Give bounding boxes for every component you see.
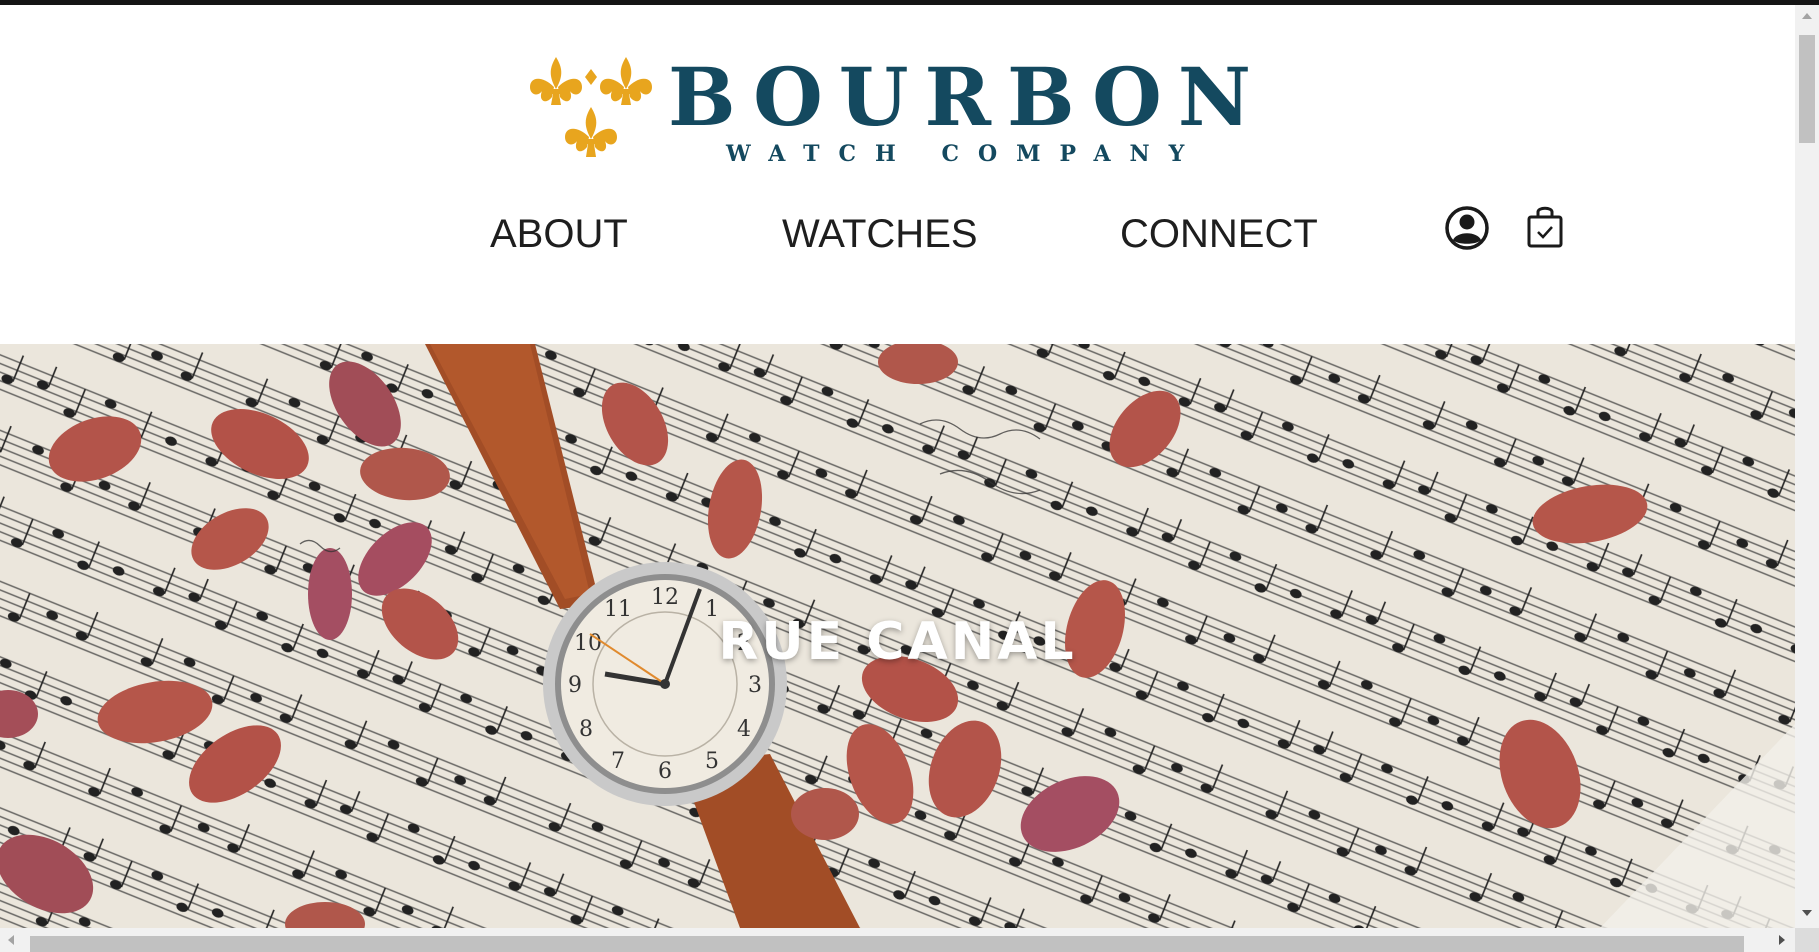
svg-text:7: 7 [611,749,625,774]
hero-title: RUE CANAL [718,612,1077,672]
nav-connect[interactable]: CONNECT [1120,209,1318,259]
svg-text:9: 9 [568,673,582,698]
vertical-scrollbar[interactable] [1795,5,1819,928]
user-circle-icon [1445,206,1489,250]
svg-text:12: 12 [651,585,679,610]
svg-text:3: 3 [748,673,762,698]
fleur-de-lis-icon [530,57,652,157]
brand-name: BOURBON [668,50,1267,144]
hero-banner[interactable]: 12 1 2 3 4 5 6 7 8 9 10 11 RUE CANAL [0,344,1795,928]
svg-text:6: 6 [658,759,672,784]
nav-watches[interactable]: WATCHES [782,209,978,259]
cart-button[interactable] [1520,203,1570,253]
scroll-right-arrow-icon[interactable] [1779,935,1785,945]
brand-logo[interactable]: BOURBON WATCH COMPANY [526,55,1251,170]
page: BOURBON WATCH COMPANY ABOUT WATCHES CONN… [0,5,1795,928]
scroll-up-arrow-icon[interactable] [1802,13,1812,19]
vertical-scroll-thumb[interactable] [1799,35,1815,143]
svg-text:8: 8 [579,717,593,742]
svg-text:5: 5 [705,749,719,774]
horizontal-scroll-thumb[interactable] [30,936,1744,952]
brand-subtitle: WATCH COMPANY [726,141,1204,167]
nav-about[interactable]: ABOUT [490,209,628,259]
svg-text:4: 4 [737,717,751,742]
horizontal-scrollbar[interactable] [0,928,1795,952]
account-button[interactable] [1442,203,1492,253]
scroll-left-arrow-icon[interactable] [8,935,14,945]
shopping-bag-icon [1527,206,1563,248]
scrollbar-corner [1795,928,1819,952]
scroll-down-arrow-icon[interactable] [1802,910,1812,916]
